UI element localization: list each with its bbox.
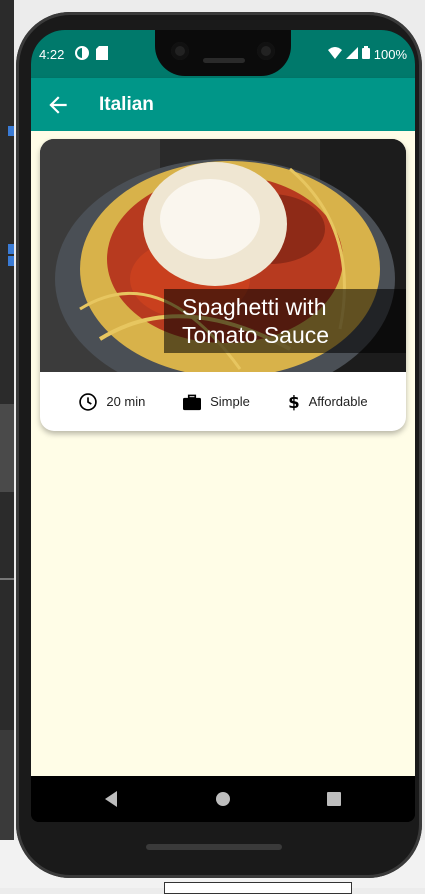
meal-info-row: 20 min Simple $ Affordable — [40, 372, 406, 431]
affordability-info: $ Affordable — [287, 392, 368, 412]
svg-text:$: $ — [288, 392, 300, 411]
status-time: 4:22 — [39, 47, 65, 62]
camera-icon — [171, 42, 189, 60]
complexity-info: Simple — [182, 393, 250, 411]
triangle-back-icon — [105, 791, 117, 807]
ide-marker — [8, 256, 14, 266]
battery-icon — [361, 46, 370, 62]
data-saver-icon — [75, 46, 89, 63]
circle-home-icon — [216, 792, 230, 806]
camera-icon — [257, 42, 275, 60]
back-button[interactable] — [45, 92, 71, 118]
sd-card-icon — [96, 46, 108, 63]
complexity-label: Simple — [210, 394, 250, 409]
ide-input-box — [164, 882, 352, 894]
meals-list: Spaghetti with Tomato Sauce 20 min Simpl… — [31, 131, 415, 776]
status-bar: 4:22 100% — [31, 30, 415, 78]
meal-title: Spaghetti with Tomato Sauce — [164, 289, 406, 353]
duration-label: 20 min — [106, 394, 146, 409]
speaker-grille — [203, 58, 245, 63]
ide-marker — [8, 126, 14, 136]
ide-side-strip — [0, 0, 14, 888]
duration-info: 20 min — [78, 392, 145, 412]
nav-back-button[interactable] — [101, 788, 123, 810]
wifi-icon — [327, 46, 342, 62]
camera-notch — [155, 30, 291, 76]
briefcase-icon — [183, 394, 202, 410]
square-recents-icon — [327, 792, 341, 806]
system-nav-bar — [31, 776, 415, 822]
clock-icon — [79, 392, 98, 411]
nav-home-button[interactable] — [212, 788, 234, 810]
nav-recents-button[interactable] — [323, 788, 345, 810]
meal-card[interactable]: Spaghetti with Tomato Sauce 20 min Simpl… — [40, 139, 406, 431]
phone-screen: 4:22 100% Italian Spaghetti with Tomato … — [31, 30, 415, 822]
arrow-back-icon — [49, 96, 67, 114]
app-bar: Italian — [31, 78, 415, 131]
ide-marker — [8, 244, 14, 254]
affordability-label: Affordable — [308, 394, 368, 409]
signal-icon — [345, 46, 358, 62]
dollar-icon: $ — [288, 392, 300, 411]
battery-level: 100% — [373, 46, 407, 62]
phone-bottom-speaker — [146, 844, 282, 850]
page-title: Italian — [99, 94, 154, 115]
